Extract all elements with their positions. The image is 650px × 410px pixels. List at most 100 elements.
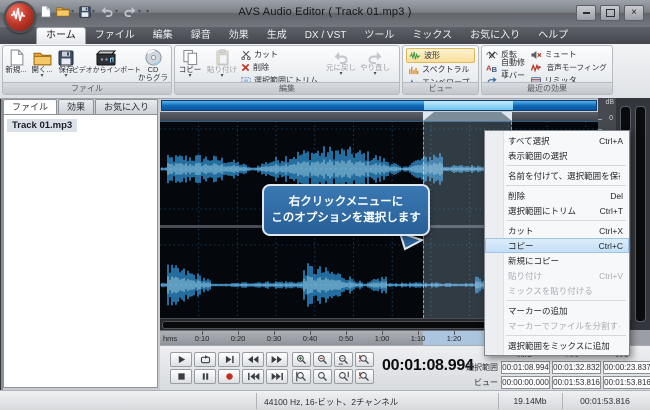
menu-item-select-view[interactable]: 表示範囲の選択 xyxy=(485,148,629,163)
loop-button[interactable] xyxy=(194,352,216,367)
sidebar-tab-files[interactable]: ファイル xyxy=(3,99,57,115)
video-import-button[interactable]: ビデオからインポート xyxy=(77,46,135,74)
menu-item-add-marker[interactable]: マーカーの追加 xyxy=(485,303,629,318)
tab-file[interactable]: ファイル xyxy=(86,28,144,44)
vertical-zoom-in-button[interactable] xyxy=(292,369,311,384)
play-to-cursor-icon xyxy=(224,355,235,364)
tab-effects[interactable]: 効果 xyxy=(220,28,258,44)
tab-mix[interactable]: ミックス xyxy=(403,28,461,44)
status-audio-format: 44100 Hz, 16-ビット、2チャンネル xyxy=(264,396,398,408)
view-start-field[interactable]: 00:00:00.000 xyxy=(501,376,550,389)
go-to-end-icon xyxy=(271,372,284,381)
record-button[interactable] xyxy=(218,369,240,384)
paste-button[interactable]: 貼り付け▾ xyxy=(205,46,239,78)
menu-item-select-all[interactable]: すべて選択Ctrl+A xyxy=(485,133,629,148)
vertical-zoom-out-button[interactable] xyxy=(313,369,332,384)
selection-length-field[interactable]: 00:00:23.837 xyxy=(603,361,650,374)
zoom-full-button[interactable] xyxy=(355,369,374,384)
view-row-label: ビュー xyxy=(460,377,501,388)
go-to-start-button[interactable] xyxy=(242,369,264,384)
sidebar-tabs: ファイル 効果 お気に入り xyxy=(3,99,158,115)
rewind-button[interactable] xyxy=(242,352,264,367)
file-list-item[interactable]: Track 01.mp3 xyxy=(7,119,77,132)
fast-forward-icon xyxy=(271,355,283,364)
menu-item-add-selection-to-mix[interactable]: 選択範囲をミックスに追加 xyxy=(485,338,629,353)
menu-item-cut[interactable]: カットCtrl+X xyxy=(485,223,629,238)
view-waveform-button[interactable]: 波形 xyxy=(406,48,475,63)
ruler-tick-label: 0:30 xyxy=(267,334,282,343)
stop-icon xyxy=(177,372,186,381)
selection-row: 選択範囲 00:01:08.994 00:01:32.832 00:00:23.… xyxy=(460,361,650,374)
stop-button[interactable] xyxy=(170,369,192,384)
effect-morph-button[interactable]: 音声モーフィング xyxy=(528,61,610,74)
delete-button[interactable]: 削除 xyxy=(239,61,320,74)
zoom-restore-icon xyxy=(359,354,370,365)
menu-item-split-by-markers[interactable]: マーカーでファイルを分割する xyxy=(485,318,629,333)
menu-item-copy[interactable]: コピーCtrl+C xyxy=(485,238,629,253)
menu-item-delete[interactable]: 削除Del xyxy=(485,188,629,203)
paste-icon xyxy=(215,49,230,66)
voice-morph-icon xyxy=(530,63,542,73)
play-button[interactable] xyxy=(170,352,192,367)
copy-button[interactable]: コピー▾ xyxy=(175,46,205,78)
menu-item-paste[interactable]: 貼り付けCtrl+V xyxy=(485,268,629,283)
close-button[interactable]: × xyxy=(624,5,644,21)
tab-help[interactable]: ヘルプ xyxy=(529,28,577,44)
pause-button[interactable] xyxy=(194,369,216,384)
app-logo[interactable] xyxy=(4,1,36,33)
sidebar-tab-effects[interactable]: 効果 xyxy=(58,99,94,115)
zoom-to-cursor-button[interactable] xyxy=(334,369,353,384)
rewind-icon xyxy=(247,355,259,364)
zoom-restore-button[interactable] xyxy=(355,352,374,367)
play-selection-button[interactable] xyxy=(218,352,240,367)
menu-item-save-selection-as[interactable]: 名前を付けて、選択範囲を保存 xyxy=(485,168,629,183)
menu-item-paste-mix[interactable]: ミックスを貼り付ける xyxy=(485,283,629,298)
spectral-bars-icon xyxy=(408,65,419,75)
level-meter-right xyxy=(635,106,646,322)
zoom-to-cursor-icon xyxy=(338,371,349,382)
go-to-end-button[interactable] xyxy=(266,369,288,384)
view-length-field[interactable]: 00:01:53.816 xyxy=(603,376,650,389)
transport-controls xyxy=(170,352,288,384)
menu-separator xyxy=(506,165,626,166)
effect-mute-button[interactable]: ミュート xyxy=(528,48,610,61)
menu-separator xyxy=(506,185,626,186)
tab-favorites[interactable]: お気に入り xyxy=(461,28,529,44)
marker-strip[interactable] xyxy=(160,112,598,121)
redo-button[interactable]: やり直し▾ xyxy=(358,46,392,76)
record-icon xyxy=(225,372,234,381)
tab-dx-vst[interactable]: DX / VST xyxy=(296,28,356,44)
overview-selection xyxy=(424,101,513,110)
menu-item-copy-to-new[interactable]: 新規にコピー xyxy=(485,253,629,268)
overview-bar[interactable] xyxy=(161,100,597,111)
ruler-tick-label: 1:00 xyxy=(375,334,390,343)
new-button[interactable]: 新規... xyxy=(3,46,29,74)
ruler-tick-label: 0:50 xyxy=(339,334,354,343)
zoom-out-icon xyxy=(317,354,328,365)
view-end-field[interactable]: 00:01:53.816 xyxy=(552,376,601,389)
fast-forward-button[interactable] xyxy=(266,352,288,367)
zoom-in-button[interactable] xyxy=(292,352,311,367)
cut-button[interactable]: カット xyxy=(239,48,320,61)
menu-separator xyxy=(506,335,626,336)
tab-edit[interactable]: 編集 xyxy=(144,28,182,44)
selection-start-field[interactable]: 00:01:08.994 xyxy=(501,361,550,374)
tab-home[interactable]: ホーム xyxy=(36,27,86,44)
sidebar-tab-favorites[interactable]: お気に入り xyxy=(95,99,158,115)
db-zero-label: 0 xyxy=(609,115,613,122)
maximize-button[interactable] xyxy=(600,5,620,21)
zoom-out-button[interactable] xyxy=(313,352,332,367)
open-button[interactable]: 開く...▾ xyxy=(29,46,55,78)
menu-item-trim[interactable]: 選択範囲にトリムCtrl+T xyxy=(485,203,629,218)
ruler-tick-label: 1:10 xyxy=(411,334,426,343)
view-spectral-button[interactable]: スペクトラル xyxy=(406,63,475,76)
minimize-button[interactable] xyxy=(576,5,596,21)
tab-tools[interactable]: ツール xyxy=(355,28,403,44)
title-bar: ▾ ▾ ▾ ▾ ▾ AVS Audio Editor ( Track 01.mp… xyxy=(0,0,650,28)
ribbon-group-recent-effects: 反転 AB自動修正 リバース ミュート 音声モーフィング リミッタ 最近の効果 xyxy=(481,45,613,95)
undo-button[interactable]: 元に戻し▾ xyxy=(324,46,358,76)
tab-record[interactable]: 録音 xyxy=(182,28,220,44)
zoom-selection-button[interactable] xyxy=(334,352,353,367)
selection-end-field[interactable]: 00:01:32.832 xyxy=(552,361,601,374)
tab-generate[interactable]: 生成 xyxy=(258,28,296,44)
